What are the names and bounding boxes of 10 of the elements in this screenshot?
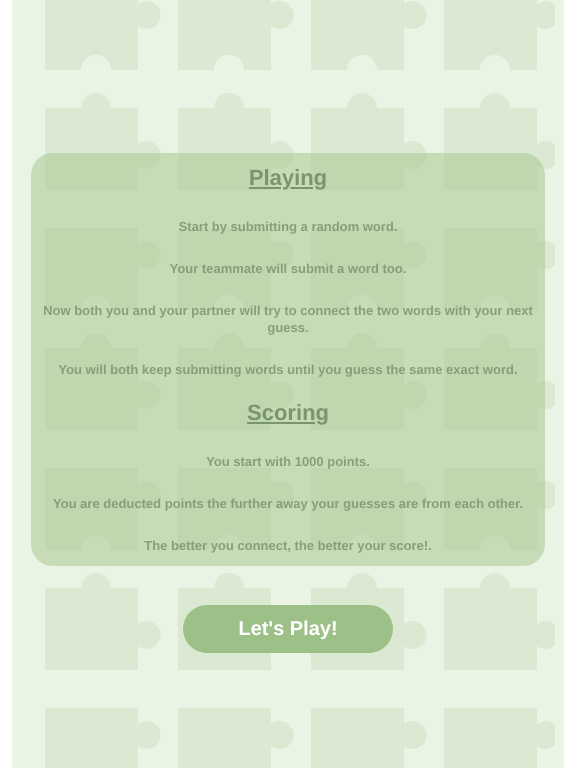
rule-text: You are deducted points the further away your guesses are from each other. xyxy=(52,495,524,512)
section-heading: Scoring xyxy=(247,399,329,427)
rule-text: You start with 1000 points. xyxy=(206,453,370,470)
rule-text: Start by submitting a random word. xyxy=(178,218,398,235)
rule-text: The better you connect, the better your score!. xyxy=(144,537,432,554)
rule-text: Now both you and your partner will try to connect the two words with your next guess. xyxy=(43,302,533,336)
play-button[interactable]: Let's Play! xyxy=(183,605,393,653)
section-heading: Playing xyxy=(248,164,328,192)
rule-text: You will both keep submitting words until you guess the same exact word. xyxy=(58,361,518,378)
rule-text: Your teammate will submit a word too. xyxy=(170,260,406,277)
